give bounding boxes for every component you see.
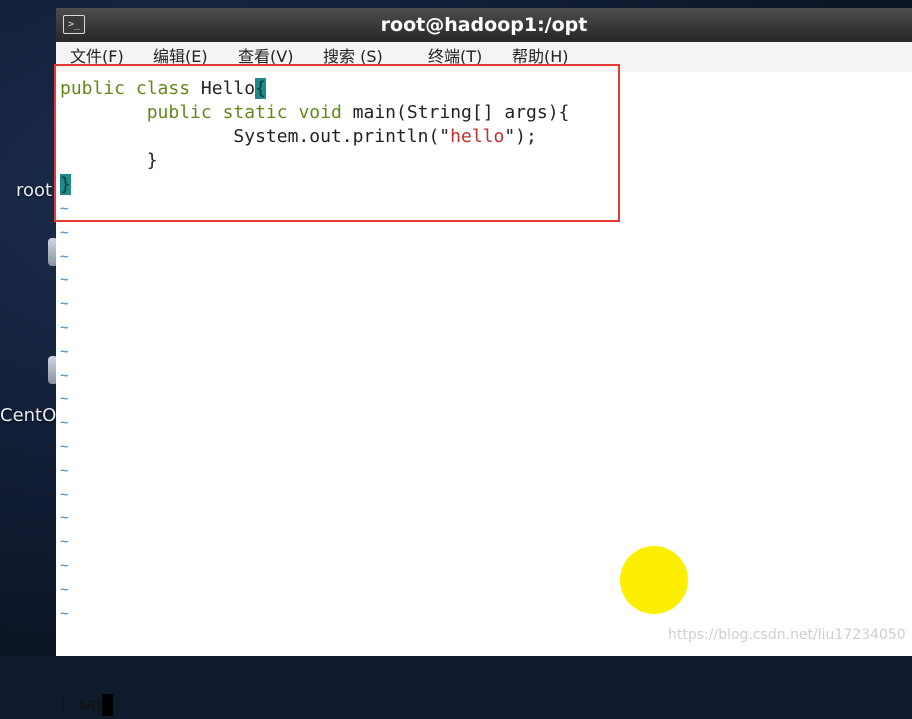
text-cursor (102, 694, 114, 716)
mouse-highlight-dot (620, 546, 688, 614)
window-title: root@hadoop1:/opt (380, 14, 588, 36)
empty-line-tilde: ~ (60, 320, 69, 336)
annotation-highlight-box (54, 64, 620, 222)
empty-line-tilde: ~ (60, 582, 69, 598)
empty-line-tilde: ~ (60, 558, 69, 574)
empty-line-tilde: ~ (60, 510, 69, 526)
empty-line-tilde: ~ (60, 368, 69, 384)
empty-line-tilde: ~ (60, 606, 69, 622)
watermark: https://blog.csdn.net/liu17234050 (668, 627, 906, 643)
empty-line-tilde: ~ (60, 225, 69, 241)
empty-line-tilde: ~ (60, 463, 69, 479)
command-text: : wq (58, 694, 102, 715)
empty-line-tilde: ~ (60, 415, 69, 431)
empty-line-tilde: ~ (60, 296, 69, 312)
command-line[interactable]: : wq (58, 691, 114, 719)
empty-line-tilde: ~ (60, 249, 69, 265)
desktop-label-root[interactable]: root (16, 180, 52, 201)
title-bar[interactable]: >_ root@hadoop1:/opt (56, 8, 912, 42)
desktop-label-centos[interactable]: CentO (0, 405, 56, 426)
empty-line-tilde: ~ (60, 272, 69, 288)
empty-line-tilde: ~ (60, 344, 69, 360)
empty-line-tilde: ~ (60, 487, 69, 503)
empty-line-tilde: ~ (60, 391, 69, 407)
empty-line-tilde: ~ (60, 439, 69, 455)
empty-line-tilde: ~ (60, 534, 69, 550)
